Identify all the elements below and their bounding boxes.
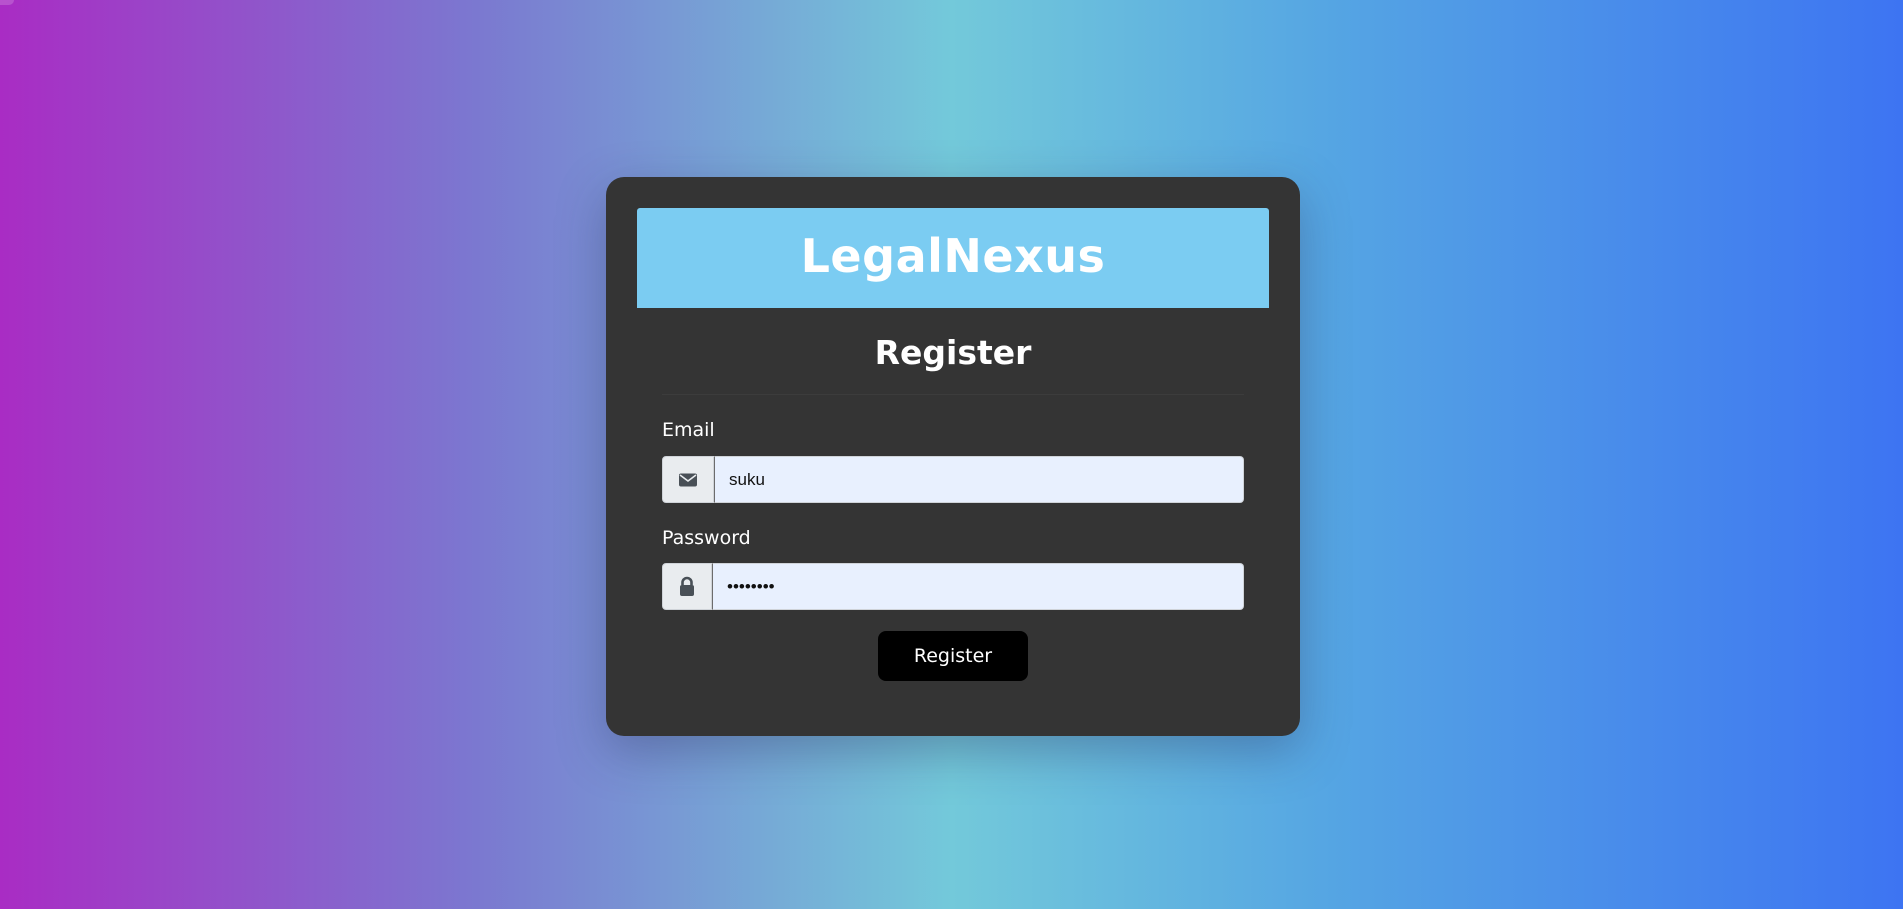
password-field[interactable]: [712, 563, 1244, 610]
register-card: LegalNexus Register Email Password Regis…: [606, 177, 1300, 736]
envelope-icon: [662, 456, 714, 503]
password-label: Password: [662, 527, 751, 549]
password-input-group: [662, 563, 1244, 610]
email-input-group: [662, 456, 1244, 503]
brand-header: LegalNexus: [637, 208, 1269, 308]
register-button[interactable]: Register: [878, 631, 1028, 681]
email-label: Email: [662, 419, 715, 441]
email-field[interactable]: [714, 456, 1244, 503]
lock-icon: [662, 563, 712, 610]
brand-title: LegalNexus: [800, 229, 1106, 283]
form-title: Register: [874, 333, 1032, 372]
corner-mark: [0, 0, 14, 5]
divider: [662, 394, 1244, 395]
